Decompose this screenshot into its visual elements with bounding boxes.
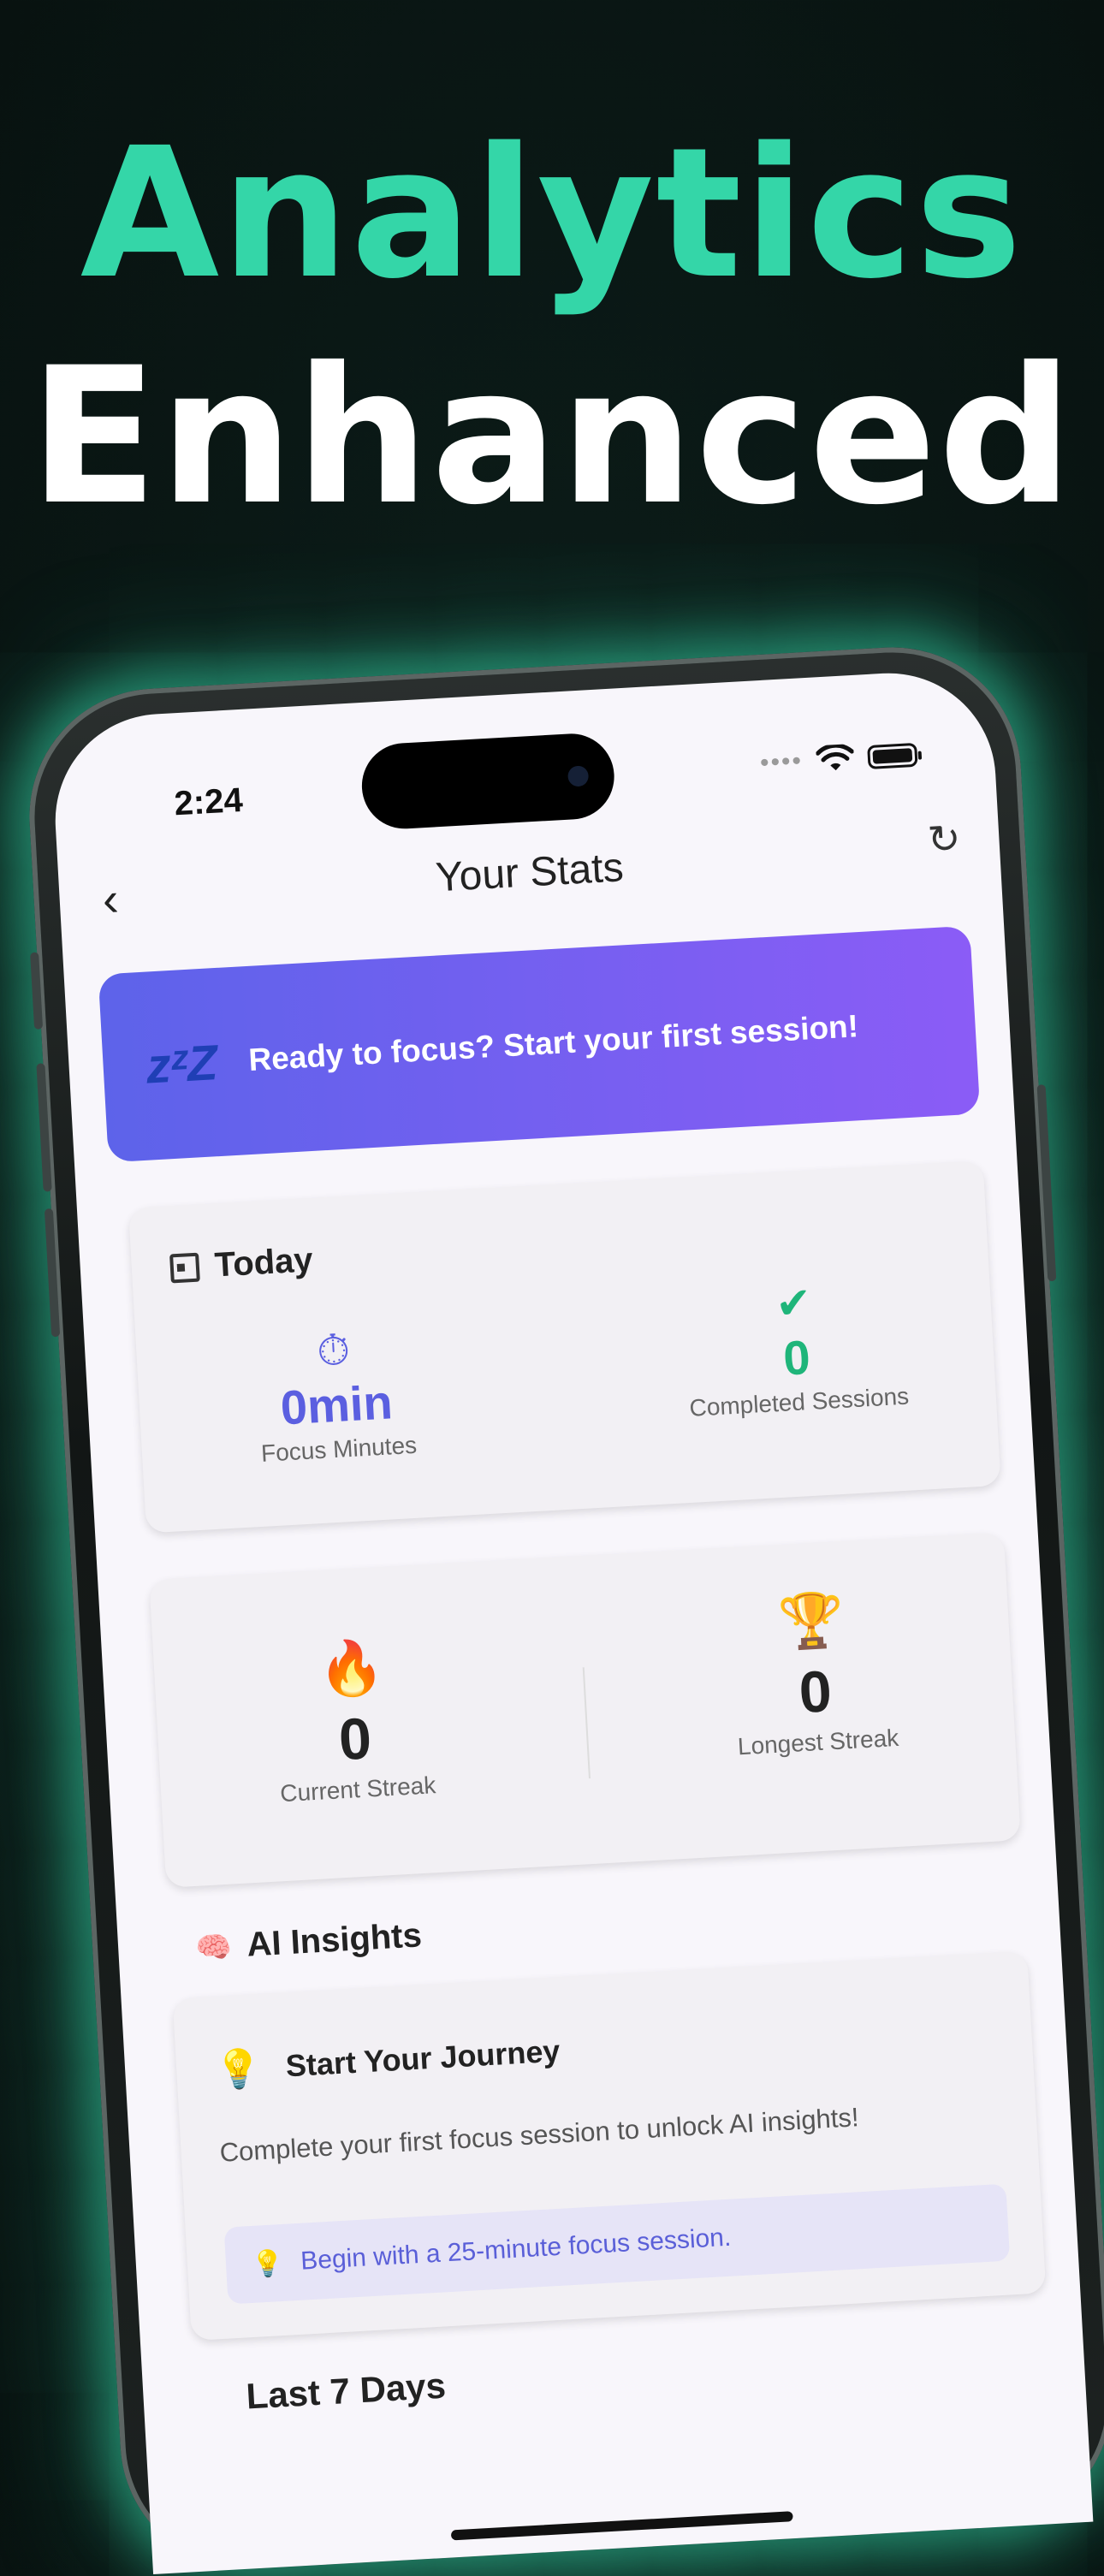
today-title: Today xyxy=(213,1241,314,1285)
completed-sessions-stat: ✔ 0 Completed Sessions xyxy=(621,1269,970,1426)
ai-insights-header: 🧠 AI Insights xyxy=(194,1916,423,1968)
headline-analytics: Analytics xyxy=(80,109,1024,318)
dynamic-island xyxy=(359,731,617,832)
ai-card-description: Complete your first focus session to unl… xyxy=(218,2102,860,2168)
ai-insight-card: 💡 Start Your Journey Complete your first… xyxy=(172,1950,1047,2342)
ai-tip: 💡 Begin with a 25-minute focus session. xyxy=(223,2183,1011,2305)
headline-enhanced: Enhanced xyxy=(29,327,1075,546)
status-icons: •••• xyxy=(759,740,918,778)
ai-tip-text: Begin with a 25-minute focus session. xyxy=(300,2223,733,2276)
signal-icon: •••• xyxy=(759,746,804,778)
home-indicator xyxy=(450,2511,793,2541)
app-screen: 2:24 •••• ‹ Your Stats ↻ zᶻZ Ready to fo… xyxy=(49,667,1094,2574)
calendar-icon xyxy=(169,1252,200,1283)
streak-card: 🔥 0 Current Streak 🏆 0 Longest Streak xyxy=(149,1532,1021,1888)
brain-icon: 🧠 xyxy=(194,1930,233,1965)
focus-banner: zᶻZ Ready to focus? Start your first ses… xyxy=(98,925,981,1163)
wifi-icon xyxy=(816,743,854,771)
lightbulb-icon: 💡 xyxy=(214,2046,264,2092)
current-streak-stat: 🔥 0 Current Streak xyxy=(179,1628,530,1813)
nav-bar: ‹ Your Stats ↻ xyxy=(57,813,1001,942)
battery-icon xyxy=(867,742,918,770)
status-time: 2:24 xyxy=(173,781,244,823)
focus-minutes-stat: ⏱ 0min Focus Minutes xyxy=(161,1316,510,1473)
banner-text: Ready to focus? Start your first session… xyxy=(247,1008,859,1077)
tip-lightbulb-icon: 💡 xyxy=(251,2248,285,2279)
longest-streak-stat: 🏆 0 Longest Streak xyxy=(638,1581,989,1766)
ai-card-title: Start Your Journey xyxy=(284,2033,561,2084)
phone-mockup: 2:24 •••• ‹ Your Stats ↻ zᶻZ Ready to fo… xyxy=(22,640,1104,2576)
page-title: Your Stats xyxy=(434,845,625,901)
today-card: Today ⏱ 0min Focus Minutes ✔ 0 Completed… xyxy=(128,1160,1001,1534)
last-7-days-heading: Last 7 Days xyxy=(245,2365,448,2417)
ai-insights-title: AI Insights xyxy=(246,1916,423,1964)
refresh-button[interactable]: ↻ xyxy=(926,815,962,863)
sleep-icon: zᶻZ xyxy=(144,1034,219,1095)
